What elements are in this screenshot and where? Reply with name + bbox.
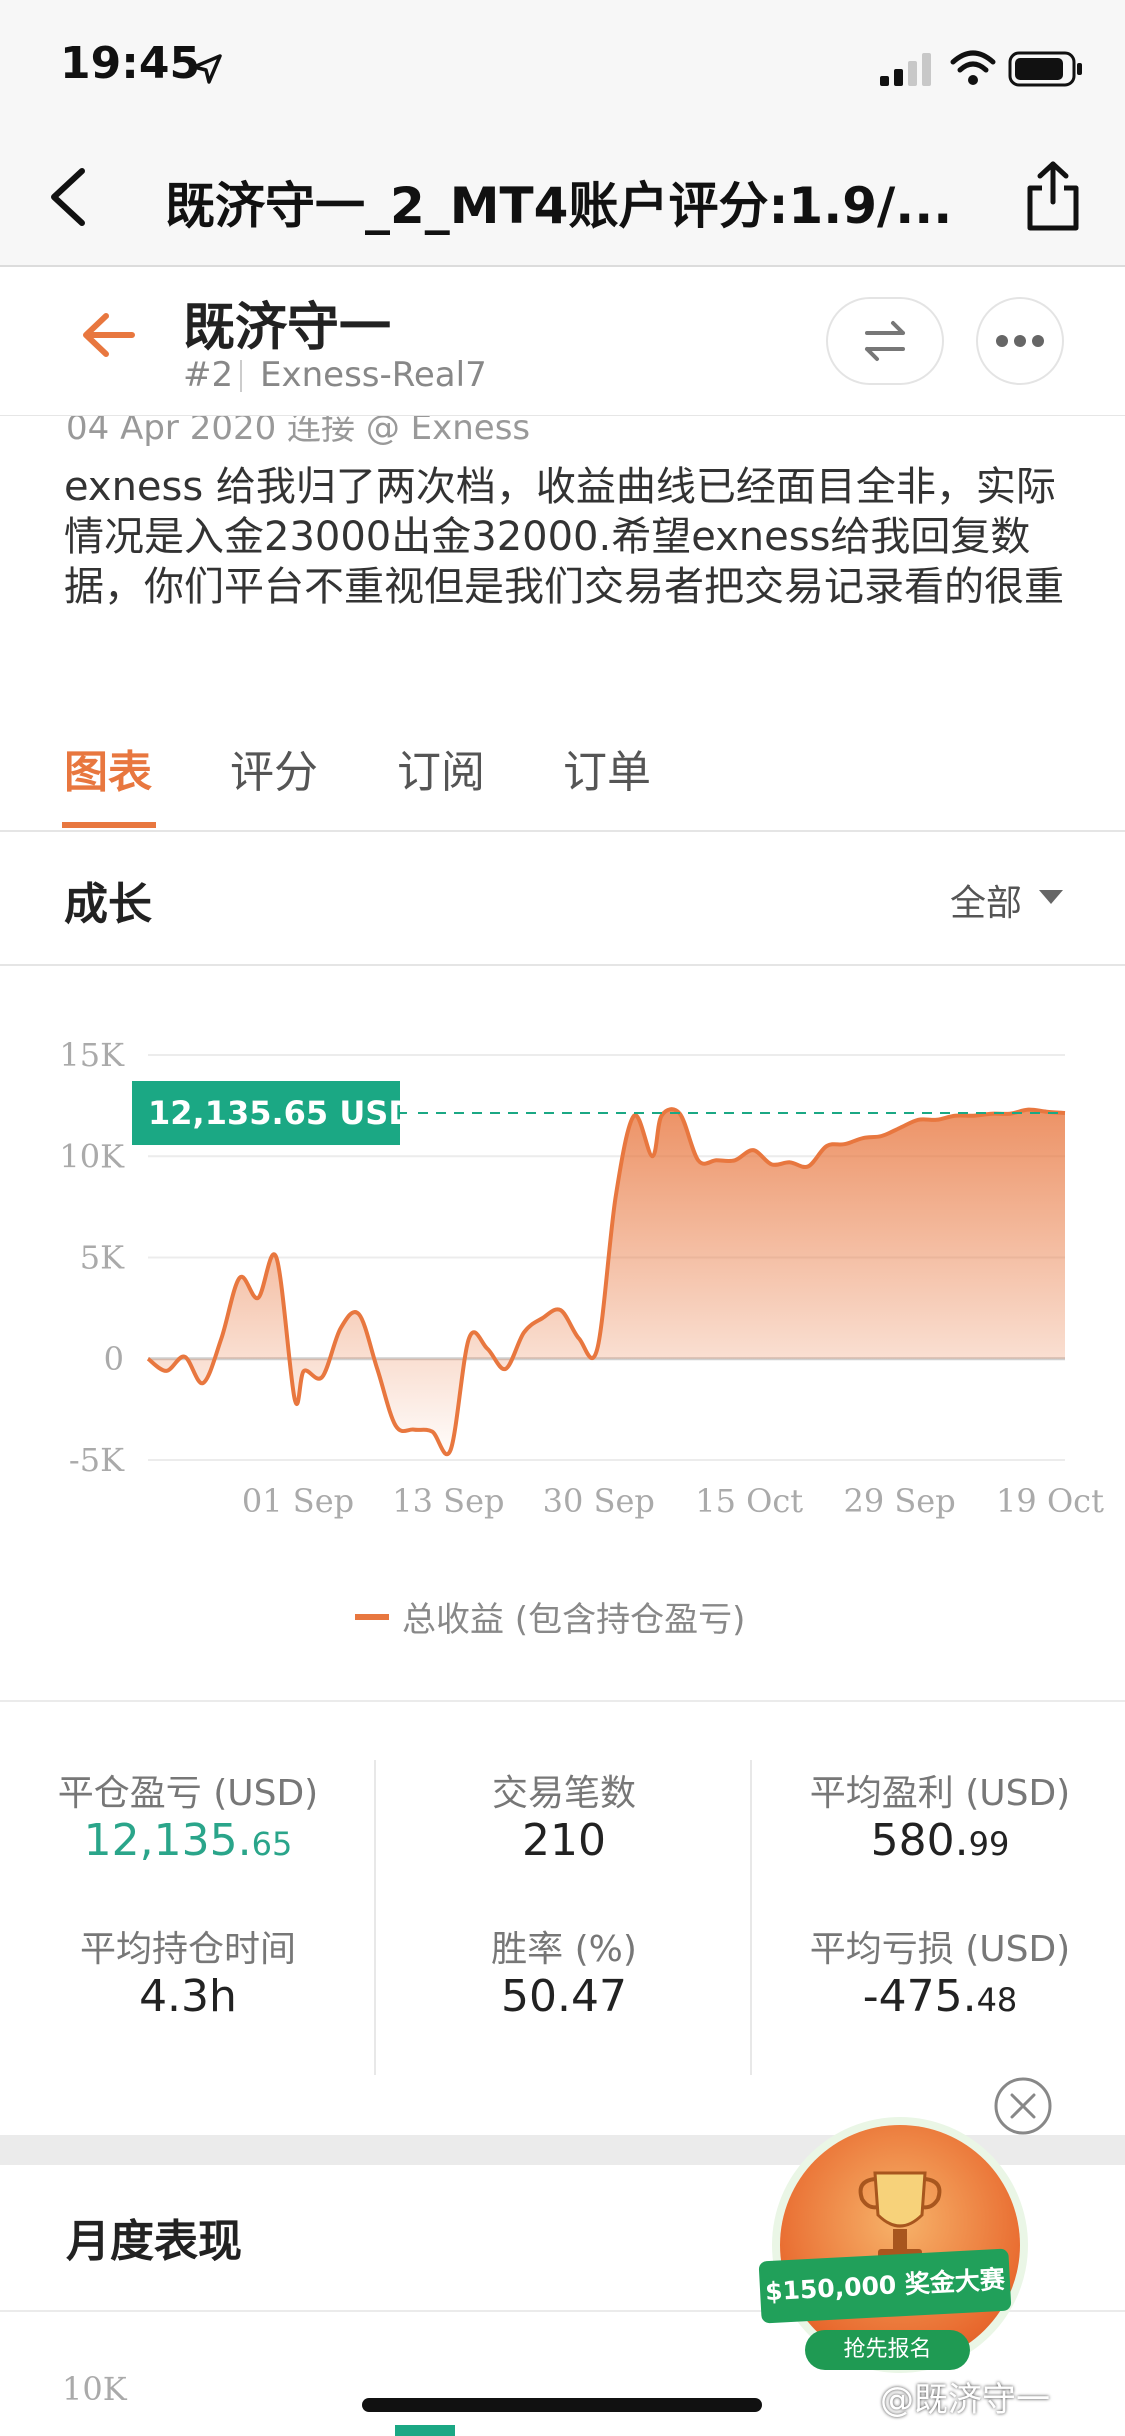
period-filter[interactable]: 全部 bbox=[950, 874, 1022, 926]
wifi-icon bbox=[950, 50, 996, 85]
close-promo-icon[interactable] bbox=[992, 2075, 1054, 2137]
stat-value: 210 bbox=[522, 1815, 606, 1866]
y-tick-label: 0 bbox=[104, 1340, 124, 1378]
x-tick-label: 30 Sep bbox=[543, 1482, 655, 1520]
tab-chart[interactable]: 图表 bbox=[64, 736, 152, 800]
location-arrow-icon bbox=[192, 54, 222, 84]
growth-chart: 15K 10K 5K 0 -5K 01 Sep 13 Sep 30 Sep 15 Oct 29 S… bbox=[59, 1036, 1104, 1520]
tab-subscribe[interactable]: 订阅 bbox=[397, 736, 485, 800]
y-tick-label: 15K bbox=[59, 1036, 125, 1074]
battery-icon bbox=[1008, 51, 1082, 87]
y-tick-label: 10K bbox=[59, 1137, 125, 1175]
promo-badge[interactable] bbox=[780, 2125, 1020, 2365]
account-description: exness 给我归了两次档，收益曲线已经面目全非，实际情况是入金23000出金… bbox=[64, 464, 1064, 610]
stat-label: 平仓盈亏 (USD) bbox=[57, 1773, 319, 1814]
monthly-bar bbox=[395, 2425, 455, 2436]
stat-label: 平均持仓时间 bbox=[79, 1929, 296, 1970]
stat-label: 平均亏损 (USD) bbox=[809, 1929, 1071, 1970]
broker-account: Exness-Real7 bbox=[260, 355, 487, 395]
profile-name: 既济守一 bbox=[183, 298, 392, 358]
more-button[interactable] bbox=[976, 297, 1064, 385]
active-tab-indicator bbox=[62, 822, 156, 828]
y-tick-label: -5K bbox=[69, 1441, 125, 1479]
x-tick-label: 01 Sep bbox=[242, 1482, 354, 1520]
stat-label: 平均盈利 (USD) bbox=[809, 1773, 1071, 1814]
tab-rating[interactable]: 评分 bbox=[230, 736, 318, 800]
stat-value: 12,135.65 bbox=[83, 1815, 293, 1866]
growth-title: 成长 bbox=[64, 879, 152, 930]
x-tick-label: 29 Sep bbox=[843, 1482, 955, 1520]
watermark: @既济守一 bbox=[880, 2380, 1050, 2420]
stat-value: -475.48 bbox=[862, 1971, 1018, 2022]
divider bbox=[0, 1700, 1125, 1702]
switch-account-button[interactable] bbox=[826, 297, 944, 385]
back-icon[interactable] bbox=[44, 165, 94, 229]
monthly-tick: 10K bbox=[62, 2370, 127, 2408]
promo-ribbon: $150,000 奖金大赛 bbox=[758, 2248, 1012, 2324]
stat-value: 580.99 bbox=[870, 1815, 1010, 1866]
more-dots-icon bbox=[996, 335, 1044, 347]
back-arrow-icon[interactable] bbox=[80, 310, 138, 360]
y-tick-label: 5K bbox=[80, 1239, 125, 1277]
stat-label: 胜率 (%) bbox=[491, 1929, 637, 1970]
legend-swatch bbox=[355, 1614, 389, 1620]
dropdown-icon[interactable] bbox=[1037, 887, 1065, 907]
account-number: #2 bbox=[183, 355, 234, 395]
cellular-signal-icon bbox=[880, 53, 931, 86]
x-tick-label: 13 Sep bbox=[392, 1482, 504, 1520]
swap-icon bbox=[865, 321, 905, 361]
current-value-label: 12,135.65 USD bbox=[148, 1094, 415, 1132]
x-tick-label: 19 Oct bbox=[996, 1482, 1104, 1520]
home-indicator[interactable] bbox=[362, 2398, 762, 2412]
x-tick-label: 15 Oct bbox=[695, 1482, 803, 1520]
stat-value: 4.3h bbox=[139, 1971, 237, 2022]
stat-label: 交易笔数 bbox=[491, 1773, 636, 1814]
stat-value: 50.47 bbox=[501, 1971, 627, 2022]
page-title: 既济守一_2_MT4账户评分:1.9/... bbox=[165, 177, 953, 235]
monthly-title: 月度表现 bbox=[66, 2216, 242, 2267]
status-time: 19:45 bbox=[60, 38, 201, 89]
divider bbox=[240, 360, 242, 392]
promo-signup-button[interactable]: 抢先报名 bbox=[805, 2330, 970, 2370]
share-icon[interactable] bbox=[1022, 160, 1084, 232]
profile-header bbox=[0, 267, 1125, 416]
legend-label: 总收益 (包含持仓盈亏) bbox=[402, 1600, 746, 1640]
tab-orders[interactable]: 订单 bbox=[563, 736, 651, 800]
